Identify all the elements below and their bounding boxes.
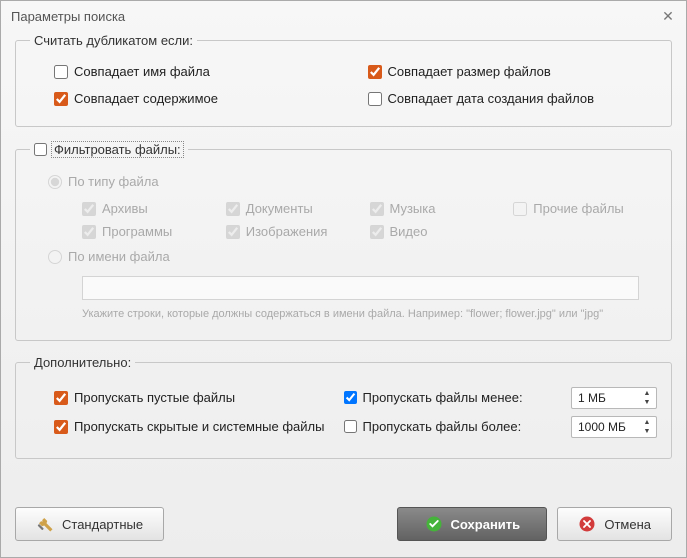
checkbox-type-programs-label: Программы <box>102 224 172 239</box>
radio-by-type-label: По типу файла <box>68 174 159 189</box>
checkbox-type-documents[interactable]: Документы <box>226 201 370 216</box>
checkbox-same-name-label: Совпадает имя файла <box>74 64 210 79</box>
checkbox-skip-less-label: Пропускать файлы менее: <box>363 390 523 405</box>
window-title: Параметры поиска <box>11 9 658 24</box>
checkbox-same-content-input[interactable] <box>54 92 68 106</box>
footer: Стандартные Сохранить Отмена <box>1 495 686 557</box>
window: Параметры поиска ✕ Считать дубликатом ес… <box>0 0 687 558</box>
checkbox-skip-empty-input[interactable] <box>54 391 68 405</box>
additional-group: Дополнительно: Пропускать пустые файлы П… <box>15 355 672 459</box>
close-icon[interactable]: ✕ <box>658 8 678 25</box>
checkbox-same-size[interactable]: Совпадает размер файлов <box>344 64 658 79</box>
checkbox-same-content[interactable]: Совпадает содержимое <box>30 91 344 106</box>
checkbox-same-date-input[interactable] <box>368 92 382 106</box>
checkbox-same-content-label: Совпадает содержимое <box>74 91 218 106</box>
checkbox-same-size-input[interactable] <box>368 65 382 79</box>
spin-skip-less[interactable]: 1 МБ ▲▼ <box>571 387 657 409</box>
checkbox-type-video[interactable]: Видео <box>370 224 514 239</box>
defaults-button-label: Стандартные <box>62 517 143 532</box>
checkbox-skip-hidden-input[interactable] <box>54 420 68 434</box>
checkbox-type-video-input[interactable] <box>370 225 384 239</box>
checkbox-type-archives[interactable]: Архивы <box>82 201 226 216</box>
checkbox-same-date[interactable]: Совпадает дата создания файлов <box>344 91 658 106</box>
checkbox-type-other-input[interactable] <box>513 202 527 216</box>
checkbox-skip-less-input[interactable] <box>344 391 357 404</box>
checkbox-skip-more-input[interactable] <box>344 420 357 433</box>
checkbox-type-documents-label: Документы <box>246 201 313 216</box>
checkbox-filter-enable[interactable] <box>34 143 47 156</box>
additional-legend: Дополнительно: <box>30 355 135 370</box>
checkbox-type-music[interactable]: Музыка <box>370 201 514 216</box>
checkbox-type-images[interactable]: Изображения <box>226 224 370 239</box>
cancel-circle-icon <box>578 515 596 533</box>
radio-by-name-input[interactable] <box>48 250 62 264</box>
checkbox-type-archives-input[interactable] <box>82 202 96 216</box>
checkbox-skip-empty[interactable]: Пропускать пустые файлы <box>54 390 344 405</box>
spin-skip-more-value: 1000 МБ <box>578 420 626 434</box>
cancel-button-label: Отмена <box>604 517 651 532</box>
checkbox-type-music-label: Музыка <box>390 201 436 216</box>
checkbox-skip-more[interactable]: Пропускать файлы более: <box>344 419 566 434</box>
checkbox-skip-less[interactable]: Пропускать файлы менее: <box>344 390 566 405</box>
defaults-button[interactable]: Стандартные <box>15 507 164 541</box>
cancel-button[interactable]: Отмена <box>557 507 672 541</box>
checkbox-same-name-input[interactable] <box>54 65 68 79</box>
radio-by-name-label: По имени файла <box>68 249 170 264</box>
checkbox-type-music-input[interactable] <box>370 202 384 216</box>
checkbox-type-images-input[interactable] <box>226 225 240 239</box>
checkbox-same-date-label: Совпадает дата создания файлов <box>388 91 595 106</box>
radio-by-name[interactable]: По имени файла <box>48 249 657 264</box>
filter-legend-label: Фильтровать файлы: <box>51 141 184 158</box>
save-button-label: Сохранить <box>451 517 521 532</box>
filter-group: Фильтровать файлы: По типу файла Архивы … <box>15 141 672 341</box>
checkbox-skip-empty-label: Пропускать пустые файлы <box>74 390 235 405</box>
duplicate-criteria-group: Считать дубликатом если: Совпадает имя ф… <box>15 33 672 127</box>
checkbox-skip-hidden-label: Пропускать скрытые и системные файлы <box>74 419 324 434</box>
checkbox-same-name[interactable]: Совпадает имя файла <box>30 64 344 79</box>
checkbox-skip-more-label: Пропускать файлы более: <box>363 419 522 434</box>
checkbox-type-video-label: Видео <box>390 224 428 239</box>
checkbox-type-images-label: Изображения <box>246 224 328 239</box>
save-button[interactable]: Сохранить <box>397 507 547 541</box>
radio-by-type[interactable]: По типу файла <box>48 174 657 189</box>
titlebar: Параметры поиска ✕ <box>1 1 686 31</box>
checkbox-type-other[interactable]: Прочие файлы <box>513 201 657 216</box>
content: Считать дубликатом если: Совпадает имя ф… <box>1 31 686 495</box>
filter-types: Архивы Документы Музыка Прочие файлы Про… <box>30 197 657 243</box>
checkbox-type-other-label: Прочие файлы <box>533 201 624 216</box>
spin-skip-more[interactable]: 1000 МБ ▲▼ <box>571 416 657 438</box>
checkbox-type-documents-input[interactable] <box>226 202 240 216</box>
filter-name-hint: Укажите строки, которые должны содержать… <box>82 308 657 320</box>
checkbox-type-archives-label: Архивы <box>102 201 148 216</box>
checkbox-type-programs-input[interactable] <box>82 225 96 239</box>
checkbox-same-size-label: Совпадает размер файлов <box>388 64 551 79</box>
spin-arrows-icon[interactable]: ▲▼ <box>640 418 654 436</box>
duplicate-criteria-legend: Считать дубликатом если: <box>30 33 197 48</box>
checkbox-skip-hidden[interactable]: Пропускать скрытые и системные файлы <box>54 419 344 434</box>
filter-name-input[interactable] <box>82 276 639 300</box>
radio-by-type-input[interactable] <box>48 175 62 189</box>
spin-arrows-icon[interactable]: ▲▼ <box>640 389 654 407</box>
checkbox-type-programs[interactable]: Программы <box>82 224 226 239</box>
filter-legend: Фильтровать файлы: <box>30 141 188 158</box>
spin-skip-less-value: 1 МБ <box>578 391 606 405</box>
tools-icon <box>36 515 54 533</box>
check-circle-icon <box>425 515 443 533</box>
